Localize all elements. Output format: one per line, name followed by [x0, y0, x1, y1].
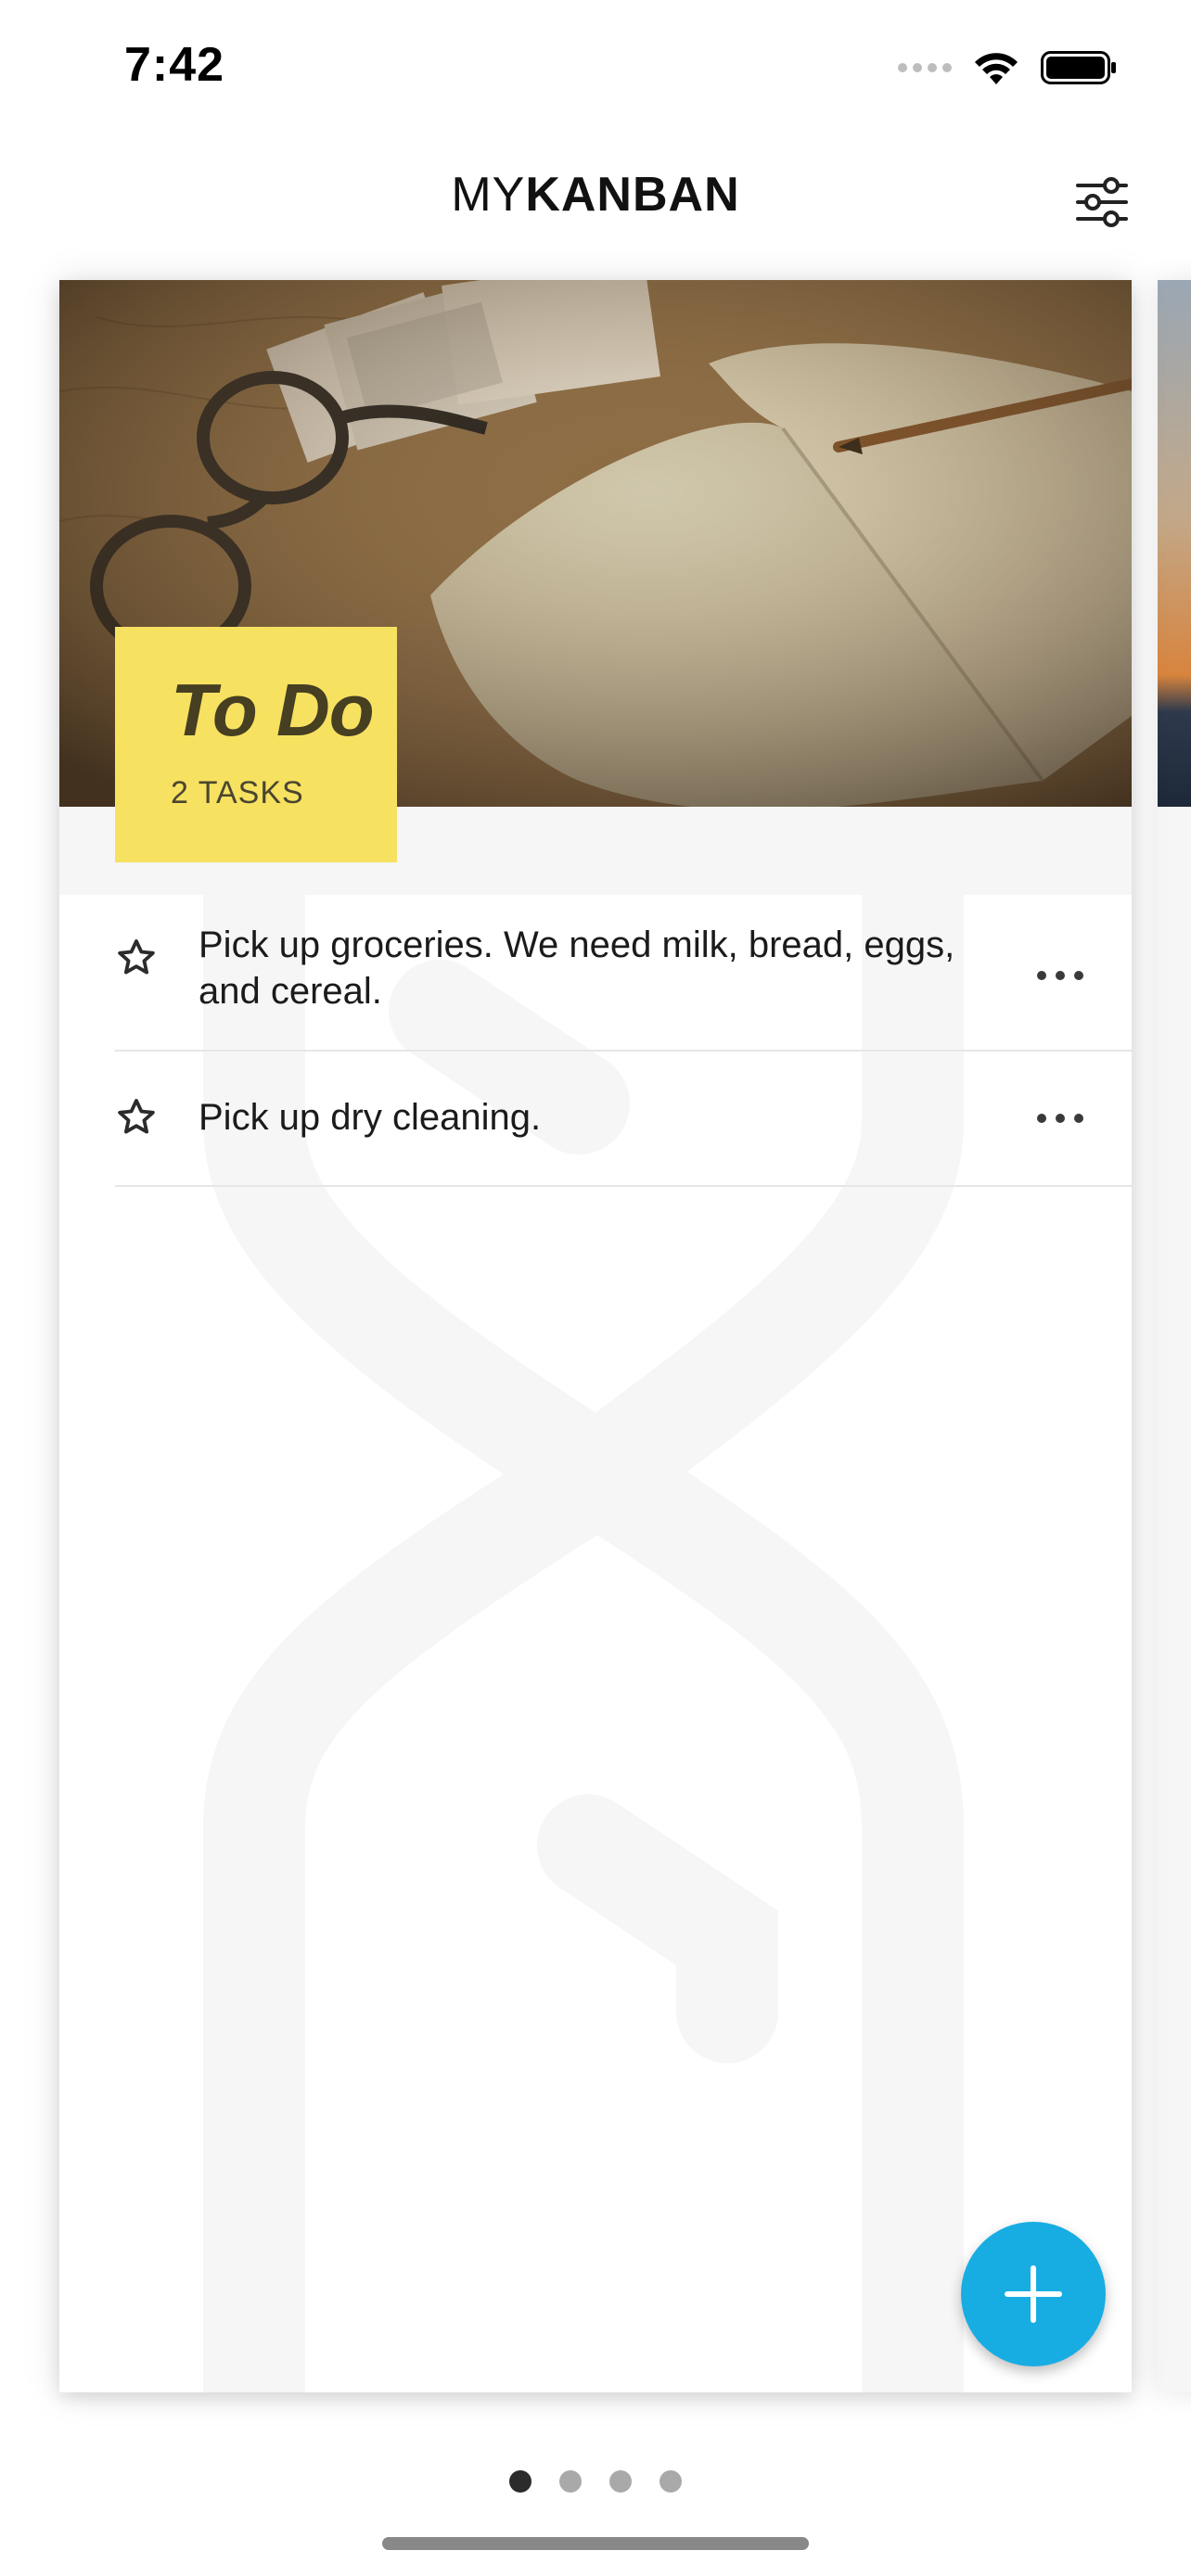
column-card: To Do 2 TASKS Pick up groceries. We need… [59, 280, 1132, 2392]
wifi-icon [975, 53, 1018, 84]
next-column-card[interactable] [1158, 280, 1191, 2392]
star-icon[interactable] [115, 937, 158, 979]
task-text: Pick up dry cleaning. [198, 1097, 542, 1138]
status-icons [898, 45, 1117, 91]
column-task-count: 2 TASKS [171, 775, 304, 810]
page-dot-3[interactable] [609, 2470, 632, 2493]
cellular-dots-icon [898, 63, 952, 72]
app-title-light: MY [451, 168, 526, 222]
column-title-badge[interactable]: To Do 2 TASKS [115, 627, 397, 862]
filter-button[interactable] [1065, 165, 1139, 239]
plus-icon [1005, 2265, 1062, 2323]
task-item[interactable]: Pick up groceries. We need milk, bread, … [115, 918, 1132, 1052]
page-dot-4[interactable] [660, 2470, 682, 2493]
battery-icon [1041, 51, 1116, 84]
home-indicator[interactable] [382, 2537, 809, 2550]
app-title-bold: KANBAN [525, 168, 740, 222]
page-dot-2[interactable] [559, 2470, 582, 2493]
page-indicator [0, 2470, 1191, 2493]
page-dot-1[interactable] [509, 2470, 531, 2493]
app-screen: 7:42 MYKANBAN To Do 2 TASKS Pick up groc… [0, 0, 1191, 2576]
more-options-icon[interactable] [1037, 1109, 1089, 1128]
task-text: Pick up groceries. We need milk, bread, … [198, 925, 955, 1012]
more-options-icon[interactable] [1037, 966, 1089, 985]
status-time: 7:42 [124, 38, 225, 92]
sliders-icon [1076, 177, 1128, 227]
task-item[interactable]: Pick up dry cleaning. [115, 1052, 1132, 1187]
column-title: To Do [171, 669, 375, 751]
star-icon[interactable] [115, 1096, 158, 1139]
app-title: MYKANBAN [0, 167, 1191, 223]
add-task-button[interactable] [961, 2222, 1106, 2366]
next-column-header-image [1158, 280, 1191, 807]
